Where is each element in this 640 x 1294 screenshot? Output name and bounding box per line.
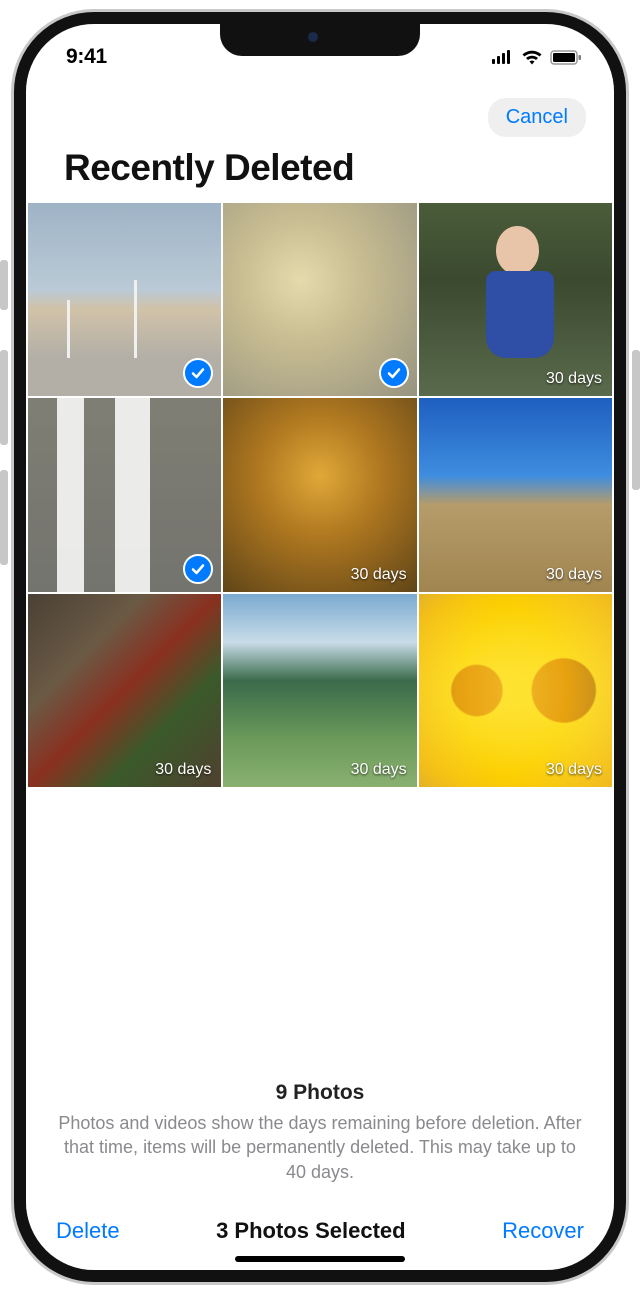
days-remaining-label: 30 days xyxy=(351,761,407,779)
photo-image xyxy=(419,594,612,787)
photo-thumbnail[interactable]: 30 days xyxy=(419,594,612,787)
photo-image xyxy=(419,398,612,591)
side-button-mute xyxy=(0,260,8,310)
footer-note: Photos and videos show the days remainin… xyxy=(50,1111,590,1184)
photo-thumbnail[interactable] xyxy=(223,203,416,396)
photo-image xyxy=(223,594,416,787)
footer-summary: 9 Photos Photos and videos show the days… xyxy=(26,1081,614,1192)
photo-image xyxy=(223,398,416,591)
photo-thumbnail[interactable]: 30 days xyxy=(223,594,416,787)
photo-thumbnail[interactable] xyxy=(28,203,221,396)
photo-grid: 30 days 30 days 30 days 30 days 30 days 30 da… xyxy=(26,203,614,787)
cellular-icon xyxy=(492,50,514,64)
wifi-icon xyxy=(521,49,543,65)
side-button-power xyxy=(632,350,640,490)
cancel-button[interactable]: Cancel xyxy=(488,98,586,137)
photo-thumbnail[interactable]: 30 days xyxy=(419,398,612,591)
days-remaining-label: 30 days xyxy=(546,761,602,779)
home-indicator[interactable] xyxy=(235,1256,405,1262)
photo-image xyxy=(28,594,221,787)
side-button-volume-up xyxy=(0,350,8,445)
photo-thumbnail[interactable]: 30 days xyxy=(28,594,221,787)
status-icons xyxy=(492,49,582,65)
delete-button[interactable]: Delete xyxy=(56,1218,120,1244)
photo-thumbnail[interactable]: 30 days xyxy=(419,203,612,396)
battery-icon xyxy=(550,50,582,65)
page-title: Recently Deleted xyxy=(26,143,614,203)
side-button-volume-down xyxy=(0,470,8,565)
screen: 9:41 Cancel Recently Deleted 30 days30 d… xyxy=(26,24,614,1270)
recover-button[interactable]: Recover xyxy=(502,1218,584,1244)
checkmark-icon xyxy=(183,554,213,584)
status-time: 9:41 xyxy=(66,45,107,69)
nav-header: Cancel xyxy=(26,80,614,143)
photo-count: 9 Photos xyxy=(50,1081,590,1105)
days-remaining-label: 30 days xyxy=(155,761,211,779)
photo-thumbnail[interactable]: 30 days xyxy=(223,398,416,591)
notch xyxy=(220,22,420,56)
selection-count: 3 Photos Selected xyxy=(216,1218,406,1244)
days-remaining-label: 30 days xyxy=(351,566,407,584)
days-remaining-label: 30 days xyxy=(546,566,602,584)
days-remaining-label: 30 days xyxy=(546,370,602,388)
photo-thumbnail[interactable] xyxy=(28,398,221,591)
photo-image xyxy=(419,203,612,396)
checkmark-icon xyxy=(379,358,409,388)
phone-frame: 9:41 Cancel Recently Deleted 30 days30 d… xyxy=(14,12,626,1282)
